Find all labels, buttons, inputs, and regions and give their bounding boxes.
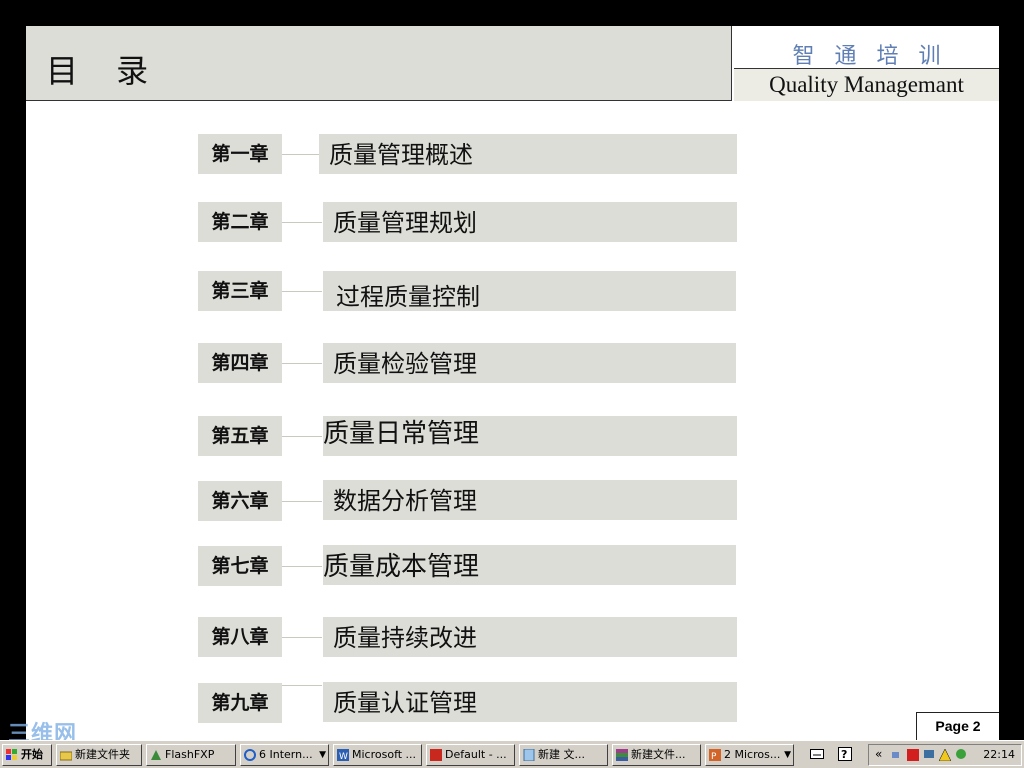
windows-logo-icon <box>6 749 17 760</box>
chapter-label-1: 第一章 <box>198 134 282 174</box>
connector-2 <box>282 222 322 223</box>
ie-icon <box>244 749 256 761</box>
monitor-icon[interactable] <box>923 749 935 761</box>
taskbar-item-label: FlashFXP <box>165 748 215 761</box>
chapter-label-5: 第五章 <box>198 416 282 456</box>
taskbar-item-powerpoint[interactable]: P 2 Micros... ▼ <box>705 744 794 766</box>
chapter-label-6: 第六章 <box>198 481 282 521</box>
notepad-icon <box>523 749 535 761</box>
chapter-topic-6[interactable]: 数据分析管理 <box>323 480 737 520</box>
clock[interactable]: 22:14 <box>983 748 1015 761</box>
system-tray: « 22:14 <box>868 744 1022 766</box>
taskbar-item-label: 新建文件夹 <box>75 748 130 761</box>
connector-7 <box>282 566 322 567</box>
chapter-topic-8[interactable]: 质量持续改进 <box>323 617 737 657</box>
taskbar-item-default[interactable]: Default - ... <box>426 744 515 766</box>
page-number: Page 2 <box>916 712 999 740</box>
slide: 目 录 智通培训 Quality Managemant 第一章 质量管理概述 第… <box>26 26 999 740</box>
taskbar-item-label: 新建 文... <box>538 748 585 761</box>
chapter-topic-3[interactable]: 过程质量控制 <box>323 271 736 311</box>
chapter-topic-4[interactable]: 质量检验管理 <box>323 343 736 383</box>
tray-expand-icon[interactable]: « <box>875 747 882 761</box>
connector-1 <box>282 154 322 155</box>
taskbar-item-winrar[interactable]: 新建文件... <box>612 744 701 766</box>
help-icon[interactable]: ? <box>838 747 852 761</box>
brand-english: Quality Managemant <box>734 69 999 101</box>
taskbar-item-folder[interactable]: 新建文件夹 <box>56 744 142 766</box>
chapter-label-3: 第三章 <box>198 271 282 311</box>
word-icon: W <box>337 749 349 761</box>
chapter-topic-2[interactable]: 质量管理规划 <box>323 202 737 242</box>
chapter-label-4: 第四章 <box>198 343 282 383</box>
chapter-label-7: 第七章 <box>198 546 282 586</box>
start-label: 开始 <box>21 748 43 761</box>
svg-text:?: ? <box>841 748 847 761</box>
chapter-topic-9[interactable]: 质量认证管理 <box>323 682 737 722</box>
connector-8 <box>282 637 322 638</box>
connector-3 <box>282 291 322 292</box>
chapter-topic-5[interactable]: 质量日常管理 <box>323 416 737 456</box>
warning-icon[interactable] <box>939 749 951 761</box>
network-icon[interactable] <box>891 749 903 761</box>
start-button[interactable]: 开始 <box>2 744 52 766</box>
slide-title: 目 录 <box>46 52 163 90</box>
brand-box: 智通培训 Quality Managemant <box>734 26 999 101</box>
keyboard-icon[interactable] <box>810 748 824 760</box>
winrar-icon <box>616 749 628 761</box>
connector-4 <box>282 363 322 364</box>
app-icon <box>430 749 442 761</box>
svg-text:P: P <box>711 752 717 761</box>
chapter-topic-1[interactable]: 质量管理概述 <box>319 134 737 174</box>
chapter-label-2: 第二章 <box>198 202 282 242</box>
chapter-label-8: 第八章 <box>198 617 282 657</box>
update-icon[interactable] <box>955 749 967 761</box>
brand-chinese: 智通培训 <box>792 44 961 69</box>
taskbar: 开始 新建文件夹 FlashFXP 6 Intern... ▼ W Micros… <box>0 740 1024 768</box>
taskbar-item-word[interactable]: W Microsoft ... <box>333 744 422 766</box>
powerpoint-icon: P <box>709 749 721 761</box>
title-bar: 目 录 <box>26 26 732 101</box>
connector-5 <box>282 436 322 437</box>
antivirus-icon[interactable] <box>907 749 919 761</box>
taskbar-item-label: 新建文件... <box>631 748 686 761</box>
flashfxp-icon <box>151 750 161 760</box>
taskbar-item-flashfxp[interactable]: FlashFXP <box>146 744 236 766</box>
connector-9 <box>282 685 322 686</box>
taskbar-item-label: Default - ... <box>445 748 507 761</box>
taskbar-item-label: 6 Intern... <box>259 748 313 761</box>
chapter-topic-7[interactable]: 质量成本管理 <box>323 545 736 585</box>
chapter-label-9: 第九章 <box>198 683 282 723</box>
connector-6 <box>282 501 322 502</box>
taskbar-item-ie[interactable]: 6 Intern... ▼ <box>240 744 329 766</box>
taskbar-item-notepad[interactable]: 新建 文... <box>519 744 608 766</box>
folder-icon <box>60 751 72 761</box>
taskbar-item-label: 2 Micros... <box>724 748 781 761</box>
chevron-down-icon: ▼ <box>784 750 791 760</box>
chevron-down-icon: ▼ <box>319 750 326 760</box>
taskbar-item-label: Microsoft ... <box>352 748 417 761</box>
svg-text:W: W <box>339 752 348 761</box>
